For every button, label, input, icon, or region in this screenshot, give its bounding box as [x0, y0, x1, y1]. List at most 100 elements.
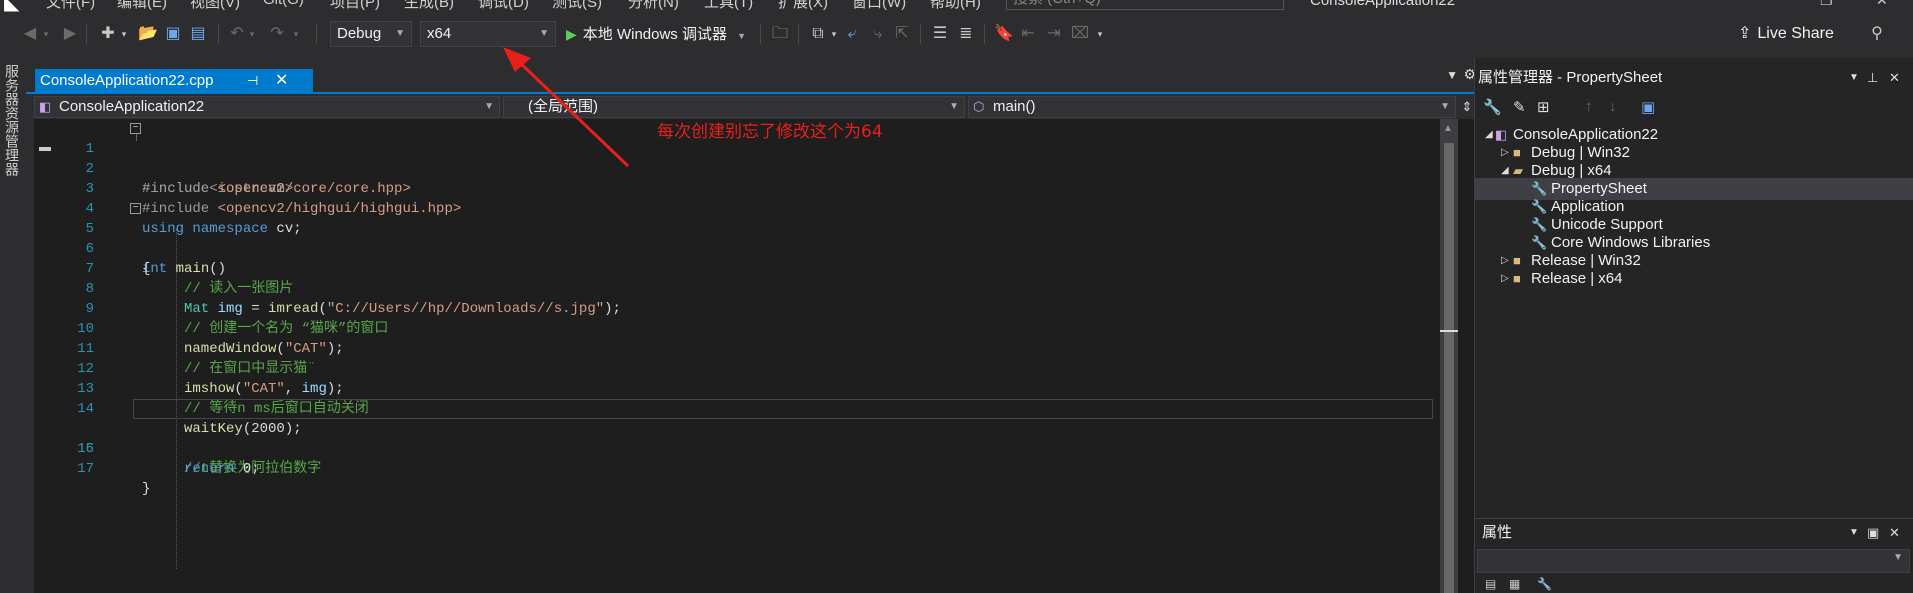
code-editor[interactable]: 1 − #include<iostream> 2 #include <openc… — [34, 119, 1476, 593]
toolbar-separator — [86, 24, 87, 44]
member-dropdown[interactable]: ⬡ main() ▼ — [968, 96, 1456, 118]
menu-edit[interactable]: 编辑(E) — [117, 0, 167, 12]
tab-list-dropdown-icon[interactable]: ▼ — [1446, 68, 1458, 82]
menu-debug[interactable]: 调试(D) — [478, 0, 529, 12]
uncomment-lines-icon[interactable]: ≣ — [956, 23, 976, 45]
toolbar-separator — [798, 24, 799, 44]
new-project-dropdown-icon[interactable]: ▾ — [120, 23, 128, 45]
save-icon[interactable]: ▣ — [1641, 98, 1655, 116]
tree-node-release-x64[interactable]: ▷ ■ Release | x64 — [1475, 268, 1913, 290]
menu-help[interactable]: 帮助(H) — [930, 0, 981, 12]
menu-analyze[interactable]: 分析(N) — [628, 0, 679, 12]
bookmark-icon[interactable]: 🔖 — [994, 23, 1014, 45]
nav-scope-label: (全局范围) — [528, 98, 598, 115]
clear-bookmarks-icon[interactable]: ⌧ — [1070, 23, 1090, 45]
navigate-back-icon[interactable]: ◀ — [22, 23, 38, 45]
menu-test[interactable]: 测试(S) — [552, 0, 602, 12]
new-project-icon[interactable]: ✚ — [98, 23, 118, 45]
save-icon[interactable]: ▣ — [164, 23, 182, 45]
browser-link-dropdown-icon[interactable]: ▾ — [830, 23, 838, 45]
redo-icon[interactable]: ↷ — [268, 23, 286, 45]
menu-build[interactable]: 生成(B) — [404, 0, 454, 12]
undo-dropdown-icon[interactable]: ▾ — [248, 23, 256, 45]
menu-file[interactable]: 文件(F) — [46, 0, 95, 12]
collapse-icon[interactable]: − — [130, 203, 141, 214]
scope-dropdown[interactable]: (全局范围) ▼ — [503, 96, 965, 118]
step-into-icon[interactable]: ⤶ — [842, 23, 862, 45]
code-line: 3 #include <opencv2/highgui/highgui.hpp> — [34, 159, 1434, 217]
close-icon[interactable]: ✕ — [1889, 521, 1900, 545]
run-label: 本地 Windows 调试器 — [582, 26, 727, 43]
code-line: 6 { — [34, 219, 1434, 277]
menu-tools[interactable]: 工具(T) — [704, 0, 753, 12]
properties-object-dropdown[interactable]: ▼ — [1477, 549, 1910, 573]
code-line: 8 Mat img = imread("C://Users//hp//Downl… — [34, 259, 1434, 317]
add-new-property-sheet-icon[interactable]: ✎ — [1513, 98, 1526, 116]
step-over-icon[interactable]: ⤷ — [868, 23, 888, 45]
toolbar-separator — [218, 24, 219, 44]
browser-link-icon[interactable]: ⧉ — [808, 23, 828, 45]
move-down-icon[interactable]: ↓ — [1609, 98, 1617, 115]
server-explorer-tab[interactable]: 服务器资源管理器 — [0, 58, 24, 593]
maximize-icon[interactable]: ▣ — [1867, 521, 1879, 545]
scrollbar-thumb[interactable] — [1444, 143, 1454, 593]
project-dropdown[interactable]: ◧ ConsoleApplication22 ▼ — [34, 96, 500, 118]
solution-title: ConsoleApplication22 — [1310, 0, 1456, 9]
previous-bookmark-icon[interactable]: ⇤ — [1018, 23, 1038, 45]
solution-configuration-dropdown[interactable]: Debug ▼ — [330, 21, 412, 47]
redo-dropdown-icon[interactable]: ▾ — [292, 23, 300, 45]
chevron-down-icon: ▼ — [539, 28, 549, 39]
property-pages-icon[interactable]: 🔧 — [1537, 577, 1552, 591]
close-icon[interactable]: ✕ — [1889, 66, 1900, 90]
menu-git[interactable]: Git(G) — [263, 0, 304, 8]
nav-project-label: ConsoleApplication22 — [59, 98, 205, 115]
undo-icon[interactable]: ↶ — [228, 23, 246, 45]
visual-studio-logo-icon: ◣ — [4, 0, 20, 12]
navigate-forward-icon[interactable]: ▶ — [62, 23, 78, 45]
code-token: return — [184, 461, 235, 477]
step-out-icon[interactable]: ⇱ — [892, 23, 912, 45]
annotation-text: 每次创建别忘了修改这个为64 — [657, 122, 883, 142]
tab-consoleapplication22-cpp[interactable]: ConsoleApplication22.cpp ⊣ ✕ — [35, 69, 313, 93]
live-share-button[interactable]: ⇪ Live Share — [1738, 21, 1834, 47]
chevron-down-icon: ▼ — [395, 28, 405, 39]
comment-lines-icon[interactable]: ☰ — [930, 23, 950, 45]
menu-project[interactable]: 项目(P) — [330, 0, 380, 12]
search-input[interactable]: 搜索 (Ctrl+Q) — [1006, 0, 1284, 10]
feedback-icon[interactable]: ⚲ — [1866, 23, 1888, 45]
close-window-icon[interactable]: ✕ — [1876, 0, 1892, 8]
nav-member-label: main() — [993, 98, 1036, 115]
close-icon[interactable]: ✕ — [275, 69, 288, 93]
menu-window[interactable]: 窗口(W) — [852, 0, 906, 12]
back-dropdown-icon[interactable]: ▾ — [42, 23, 50, 45]
line-number: 17 — [77, 461, 94, 477]
collapsed-triangle-icon[interactable]: ▷ — [1501, 268, 1509, 290]
move-up-icon[interactable]: ↑ — [1585, 98, 1593, 115]
pin-icon[interactable]: ⊥ — [1867, 66, 1878, 90]
chevron-down-icon[interactable]: ▼ — [1849, 521, 1859, 545]
wrench-icon[interactable]: 🔧 — [1483, 98, 1502, 116]
add-existing-property-sheet-icon[interactable]: ⊞ — [1537, 98, 1550, 116]
toolbar-separator — [920, 24, 921, 44]
code-line: 12 imshow("CAT", img); — [34, 339, 1434, 397]
scroll-up-icon[interactable]: ▲ — [1443, 123, 1453, 134]
caret-position-marker — [1440, 330, 1458, 332]
solution-platform-dropdown[interactable]: x64 ▼ — [420, 21, 556, 47]
menu-extensions[interactable]: 扩展(X) — [778, 0, 828, 12]
save-all-icon[interactable]: ▤ — [188, 23, 208, 45]
categorized-icon[interactable]: ▤ — [1485, 577, 1496, 591]
start-debugging-button[interactable]: ▶ 本地 Windows 调试器 ▼ — [566, 21, 746, 47]
menu-view[interactable]: 视图(V) — [190, 0, 240, 12]
restore-window-icon[interactable]: ❐ — [1820, 0, 1836, 8]
editor-vertical-scrollbar[interactable]: ▲ — [1440, 119, 1458, 593]
chevron-down-icon: ▼ — [484, 101, 494, 112]
find-in-files-icon[interactable]: 🗀 — [770, 23, 790, 45]
chevron-down-icon[interactable]: ▼ — [1849, 66, 1859, 90]
pin-icon[interactable]: ⊣ — [247, 69, 258, 93]
open-file-icon[interactable]: 📂 — [138, 23, 158, 45]
chevron-down-icon: ▼ — [1893, 552, 1903, 563]
toolbar-overflow-icon[interactable]: ▾ — [1096, 23, 1104, 45]
collapse-icon[interactable]: − — [130, 123, 141, 134]
next-bookmark-icon[interactable]: ⇥ — [1044, 23, 1064, 45]
alphabetical-icon[interactable]: ▦ — [1509, 577, 1520, 591]
